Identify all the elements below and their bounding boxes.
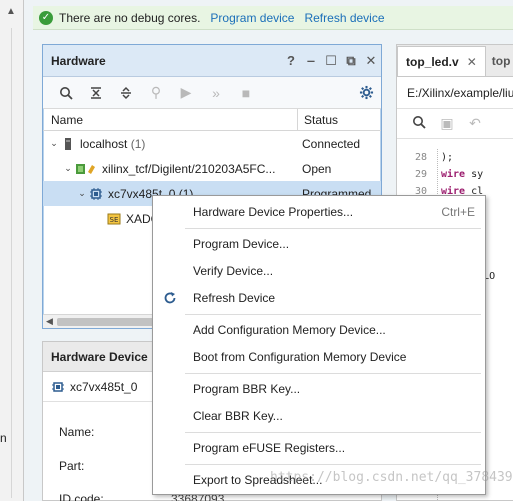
run-immediate-icon[interactable]: » [201,82,231,104]
menu-item-refresh-device[interactable]: Refresh Device [153,286,485,310]
tree-row-count: (1) [130,136,146,151]
tree-row-status: Connected [302,136,361,151]
context-menu: Hardware Device Properties... Ctrl+E Pro… [152,195,486,495]
settings-gear-icon[interactable] [351,82,381,104]
menu-separator [185,228,481,229]
undo-icon[interactable]: ↶ [461,115,489,132]
tab-close-icon[interactable]: ✕ [467,55,477,69]
menu-separator [185,314,481,315]
tree-row-label: localhost [80,136,128,151]
minimize-icon[interactable]: ‒ [301,53,321,68]
menu-item-program-device[interactable]: Program Device... [153,232,485,256]
menu-item-program-efuse[interactable]: Program eFUSE Registers... [153,436,485,460]
stop-trigger-icon[interactable]: ■ [231,82,261,104]
hardware-tree-header: Name Status [43,109,381,131]
banner-message: There are no debug cores. [59,10,201,25]
collapse-all-icon[interactable] [81,82,111,104]
tab-top-led[interactable]: top_led.v ✕ [397,46,486,76]
debug-status-banner: ✓ There are no debug cores. Program devi… [33,6,513,30]
menu-item-label: Program Device... [193,237,290,251]
hardware-panel-header: Hardware ? ‒ ☐ ⧉ ✕ [43,45,381,77]
save-icon[interactable]: ▣ [433,115,461,132]
menu-separator [185,373,481,374]
tree-row-label: xilinx_tcf/Digilent/210203A5FC... [102,161,276,176]
server-icon [61,137,75,151]
menu-item-label: Verify Device... [193,264,274,278]
watermark: https://blog.csdn.net/qq_37843992 [270,470,513,485]
menu-item-label: Program eFUSE Registers... [193,441,346,455]
prop-idcode-label: ID code: [59,492,104,501]
menu-separator [185,464,481,465]
tree-row-target[interactable]: ⌄ xilinx_tcf/Digilent/210203A5FC... Open [43,156,381,181]
hardware-toolbar: ⚲ ▶ » ■ [43,77,381,109]
file-path: E:/Xilinx/example/liu [397,77,513,109]
prop-name-label: Name: [59,425,95,439]
refresh-device-link[interactable]: Refresh device [304,11,384,25]
menu-item-label: Program BBR Key... [193,382,301,396]
menu-separator [185,432,481,433]
column-name[interactable]: Name [43,109,298,130]
left-sidebar-strip: ▲ n [0,0,24,501]
menu-item-clear-bbr-key[interactable]: Clear BBR Key... [153,404,485,428]
editor-tabs: top_led.v ✕ top [397,45,513,77]
search-icon[interactable] [51,82,81,104]
jtag-target-icon [75,162,97,176]
menu-item-program-bbr-key[interactable]: Program BBR Key... [153,377,485,401]
menu-item-label: Hardware Device Properties... [193,205,354,219]
float-icon[interactable]: ⧉ [341,53,361,69]
clipped-label: n [0,431,7,445]
check-icon: ✓ [39,10,53,25]
menu-item-label: Add Configuration Memory Device... [193,323,386,337]
tab-top[interactable]: top [486,46,513,76]
program-device-link[interactable]: Program device [210,11,294,25]
expand-toggle-icon[interactable]: ⌄ [61,163,75,174]
menu-item-label: Refresh Device [193,291,276,305]
chip-icon [51,380,65,394]
hardware-device-name: xc7vx485t_0 [70,379,138,394]
menu-item-device-properties[interactable]: Hardware Device Properties... Ctrl+E [153,200,485,224]
expand-all-icon[interactable] [111,82,141,104]
tab-label: top_led.v [406,54,459,69]
hardware-panel-title: Hardware [51,53,106,68]
search-icon[interactable] [405,115,433,132]
chip-icon [89,187,103,201]
menu-item-shortcut: Ctrl+E [441,205,475,219]
tree-row-status: Open [302,161,332,176]
svg-text:SE: SE [110,216,119,224]
xadc-icon: SE [107,212,121,226]
menu-item-boot-config-memory[interactable]: Boot from Configuration Memory Device [153,345,485,369]
column-status[interactable]: Status [298,113,338,127]
code-line: wire sy [441,169,484,180]
menu-item-add-config-memory[interactable]: Add Configuration Memory Device... [153,318,485,342]
menu-item-verify-device[interactable]: Verify Device... [153,259,485,283]
menu-item-label: Boot from Configuration Memory Device [193,350,407,364]
expand-toggle-icon[interactable]: ⌄ [75,188,89,199]
refresh-icon [163,291,177,305]
sidebar-divider [11,28,12,498]
scroll-up-arrow-icon[interactable]: ▲ [6,6,16,17]
line-number: 29 [414,169,427,180]
help-icon[interactable]: ? [281,53,301,68]
editor-toolbar: ▣ ↶ [397,109,513,139]
tree-row-localhost[interactable]: ⌄ localhost (1) Connected [43,131,381,156]
run-trigger-icon[interactable]: ▶ [171,82,201,104]
scroll-left-icon[interactable]: ◀ [46,316,53,327]
prop-part-label: Part: [59,459,85,473]
line-number: 28 [414,152,427,163]
menu-item-label: Clear BBR Key... [193,409,283,423]
expand-toggle-icon[interactable]: ⌄ [47,138,61,149]
vivado-hardware-manager: ▲ n ✓ There are no debug cores. Program … [0,0,513,501]
auto-connect-icon[interactable]: ⚲ [141,82,171,104]
close-icon[interactable]: ✕ [361,53,381,69]
maximize-icon[interactable]: ☐ [321,53,341,69]
code-line: ); [441,152,454,163]
